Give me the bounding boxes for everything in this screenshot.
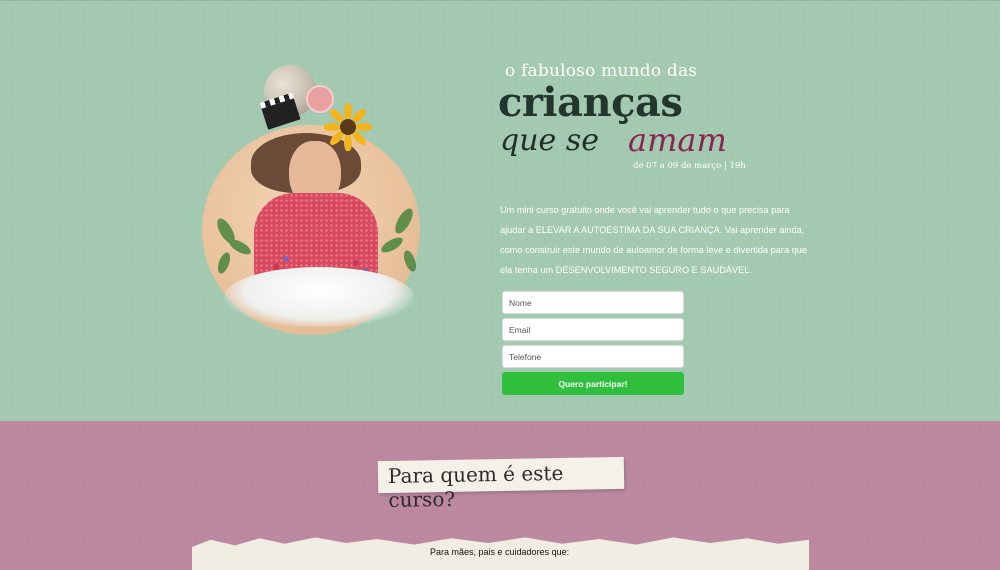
phone-input[interactable] [502,345,684,368]
clapperboard-image [261,98,301,130]
submit-button[interactable]: Quero participar! [502,372,684,395]
hero-title-big: crianças [498,79,683,126]
hero-description: Um mini curso gratuito onde você vai apr… [500,205,807,275]
hero-title-small: o fabuloso mundo das [505,61,698,81]
audience-intro-text: Para mães, pais e cuidadores que: [430,547,570,557]
name-input[interactable] [502,291,684,314]
hero-section: o fabuloso mundo das crianças que se ama… [0,0,1000,421]
sunflower-image [324,103,372,151]
cloud-image [224,267,414,327]
section-title-label: Para quem é este curso? [377,456,625,512]
event-date: de 07 a 09 de março | 19h [633,161,746,171]
signup-form: Quero participar! [502,291,684,395]
hero-title-script-accent: amam [628,121,727,159]
email-input[interactable] [502,318,684,341]
hero-collage-image [196,61,436,336]
section-title: Para quem é este curso? [387,460,564,512]
audience-section: Para quem é este curso? Para mães, pais … [0,421,1000,570]
hero-title-script: que se [500,123,599,158]
